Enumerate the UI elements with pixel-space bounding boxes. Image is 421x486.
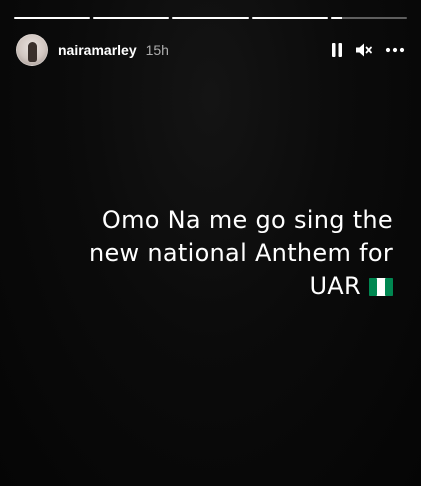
progress-segment	[251, 17, 328, 19]
caption-line-with-flag: UAR	[23, 270, 393, 305]
username[interactable]: nairamarley	[58, 42, 137, 58]
more-options-icon[interactable]	[385, 40, 405, 60]
mute-icon[interactable]	[355, 40, 373, 60]
progress-segment	[93, 17, 170, 19]
post-time: 15h	[145, 42, 169, 58]
story-controls	[331, 40, 405, 60]
nigeria-flag-icon	[369, 272, 393, 305]
avatar[interactable]	[16, 34, 48, 66]
progress-segment	[330, 17, 408, 19]
story-caption: Omo Na me go sing the new national Anthe…	[23, 204, 393, 305]
caption-line: Omo Na me go sing the	[101, 206, 393, 234]
story-viewer[interactable]: nairamarley 15h Omo Na me go sing the ne…	[0, 0, 421, 486]
progress-segment	[172, 17, 249, 19]
pause-icon[interactable]	[331, 40, 343, 60]
story-header: nairamarley 15h	[16, 32, 405, 68]
story-progress-bar	[14, 17, 408, 20]
caption-line: UAR	[309, 272, 361, 300]
caption-line: new national Anthem for	[88, 239, 393, 267]
progress-segment	[14, 17, 91, 19]
